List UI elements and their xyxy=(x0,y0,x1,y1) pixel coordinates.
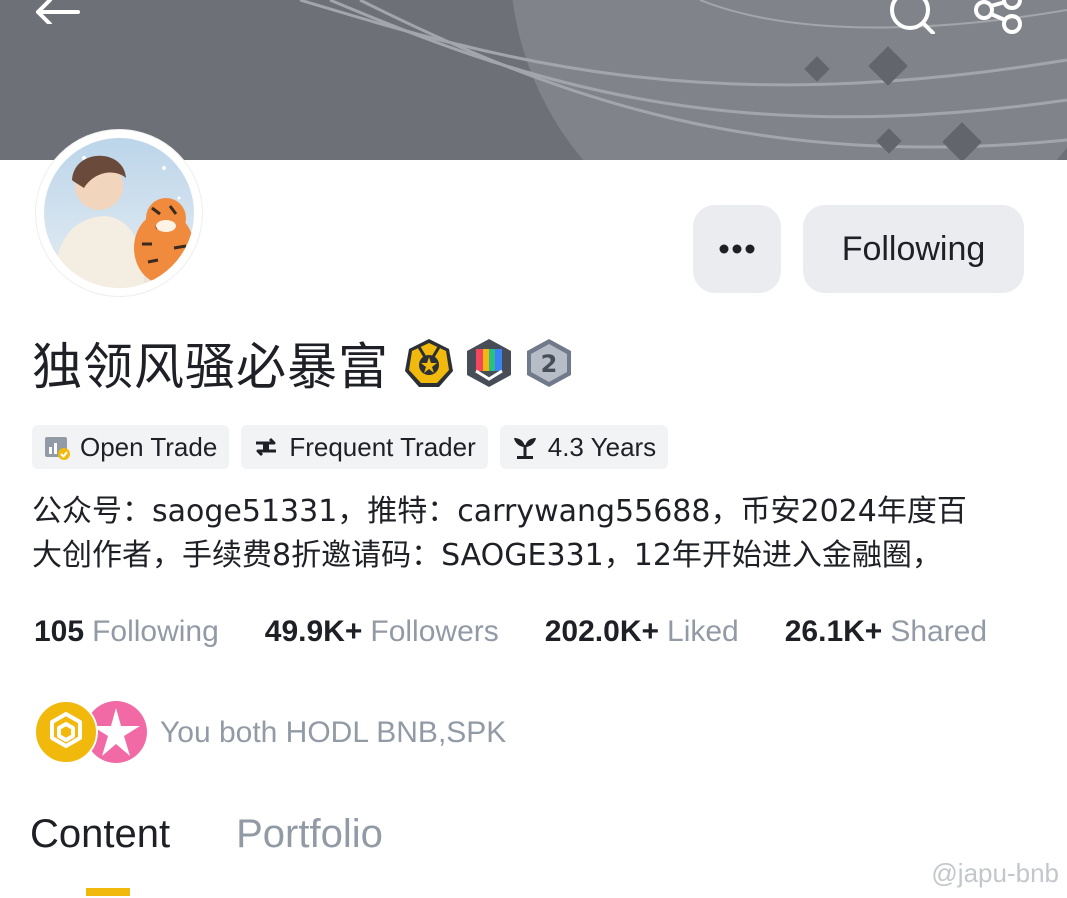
sprout-icon xyxy=(510,432,540,462)
stat-following[interactable]: 105 Following xyxy=(34,615,219,649)
stat-label: Following xyxy=(92,615,219,648)
tag-label: 4.3 Years xyxy=(547,431,657,462)
watermark: @japu-bnb xyxy=(931,858,1059,888)
stat-label: Shared xyxy=(890,615,988,648)
tag-open-trade[interactable]: Open Trade xyxy=(32,425,230,469)
stat-label: Liked xyxy=(667,615,739,648)
svg-text:2: 2 xyxy=(541,350,558,378)
stat-value: 202.0K+ xyxy=(544,615,660,648)
coin-icons xyxy=(34,700,150,766)
arrow-left-icon xyxy=(36,0,80,24)
stat-liked: 202.0K+ Liked xyxy=(545,615,739,649)
bio-line-1: 公众号：saoge51331，推特：carrywang55688，币安2024年… xyxy=(32,494,967,529)
profile-name: 独领风骚必暴富 xyxy=(32,338,389,396)
profile-banner xyxy=(0,0,1067,160)
open-trade-icon xyxy=(42,432,72,462)
tag-label: Frequent Trader xyxy=(289,431,476,462)
profile-name-row: 独领风骚必暴富 2 xyxy=(32,330,583,396)
bnb-coin-icon xyxy=(34,700,98,764)
profile-tags: Open Trade Frequent Trader 4.3 Years xyxy=(32,425,669,469)
avatar-illustration xyxy=(54,155,194,288)
tab-portfolio[interactable]: Portfolio xyxy=(236,812,383,857)
bio-line-2: 大创作者，手续费8折邀请码：SAOGE331，12年开始进入金融圈， xyxy=(32,538,942,573)
stat-shared: 26.1K+ Shared xyxy=(785,615,987,649)
avatar-image xyxy=(44,138,194,288)
profile-bio: 公众号：saoge51331，推特：carrywang55688，币安2024年… xyxy=(32,490,1022,578)
more-options-button[interactable] xyxy=(693,205,781,293)
ellipsis-icon xyxy=(719,244,755,254)
tab-content[interactable]: Content xyxy=(30,812,170,857)
content-tabs: Content Portfolio xyxy=(30,812,449,857)
medal-badge-icon[interactable] xyxy=(403,337,455,389)
tag-label: Open Trade xyxy=(80,431,218,462)
share-icon xyxy=(974,0,1022,34)
tag-years[interactable]: 4.3 Years xyxy=(499,425,669,469)
shared-holdings[interactable]: You both HODL BNB,SPK xyxy=(34,700,506,766)
stat-followers[interactable]: 49.9K+ Followers xyxy=(265,615,499,649)
hodl-text: You both HODL BNB,SPK xyxy=(160,716,507,749)
stat-value: 26.1K+ xyxy=(784,615,883,648)
tag-frequent-trader[interactable]: Frequent Trader xyxy=(241,425,488,469)
active-tab-indicator xyxy=(86,888,130,896)
stat-value: 49.9K+ xyxy=(264,615,363,648)
profile-stats: 105 Following 49.9K+ Followers 202.0K+ Like… xyxy=(34,615,987,649)
following-button[interactable]: Following xyxy=(803,205,1024,293)
avatar[interactable] xyxy=(36,130,202,296)
stat-value: 105 xyxy=(34,615,85,648)
colorful-badge-icon[interactable] xyxy=(463,337,515,389)
stat-label: Followers xyxy=(370,615,499,648)
level-2-badge-icon[interactable]: 2 xyxy=(523,337,575,389)
frequent-trader-icon xyxy=(251,432,281,462)
search-icon xyxy=(890,0,935,34)
